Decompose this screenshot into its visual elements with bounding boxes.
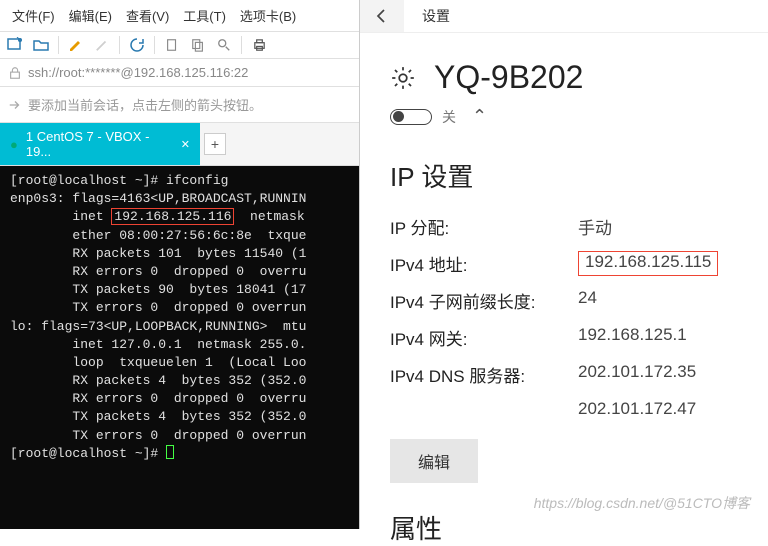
menu-view[interactable]: 查看(V): [122, 4, 173, 27]
separator: [58, 36, 59, 54]
windows-settings-panel: 设置 YQ-9B202 关 ⌃ IP 设置 IP 分配:手动IPv4 地址:19…: [360, 0, 768, 529]
menu-edit[interactable]: 编辑(E): [65, 4, 116, 27]
ip-settings-section: IP 设置 IP 分配:手动IPv4 地址:192.168.125.115IPv…: [360, 135, 768, 491]
network-name: YQ-9B202: [434, 59, 583, 96]
status-dot-icon: ●: [10, 137, 18, 152]
tab-add-button[interactable]: +: [204, 133, 226, 155]
tab-bar: ● 1 CentOS 7 - VBOX - 19... ✕ +: [0, 123, 359, 166]
ip-setting-key: IPv4 地址:: [390, 251, 578, 276]
menu-bar: 文件(F) 编辑(E) 查看(V) 工具(T) 选项卡(B): [0, 0, 359, 32]
hint-text: 要添加当前会话，点击左侧的箭头按钮。: [28, 95, 262, 114]
metered-toggle[interactable]: [390, 109, 432, 125]
page-title-row: YQ-9B202: [360, 33, 768, 106]
ip-setting-value: 24: [578, 288, 597, 313]
ip-setting-value: 192.168.125.1: [578, 325, 687, 350]
gear-icon: [390, 65, 416, 91]
watermark-text: https://blog.csdn.net/@51CTO博客: [534, 493, 750, 513]
menu-tabs[interactable]: 选项卡(B): [236, 4, 300, 27]
ip-setting-key: IP 分配:: [390, 214, 578, 239]
address-text: ssh://root:*******@192.168.125.116:22: [28, 65, 248, 80]
print-icon[interactable]: [250, 36, 268, 54]
menu-tools[interactable]: 工具(T): [179, 4, 230, 27]
ip-setting-row: IPv4 网关:192.168.125.1: [390, 319, 738, 356]
new-session-icon[interactable]: [6, 36, 24, 54]
tab-label: 1 CentOS 7 - VBOX - 19...: [26, 129, 177, 159]
ip-setting-value: 192.168.125.115: [578, 251, 718, 276]
terminal[interactable]: [root@localhost ~]# ifconfigenp0s3: flag…: [0, 166, 359, 529]
settings-breadcrumb: 设置: [422, 6, 450, 26]
session-hint: 要添加当前会话，点击左侧的箭头按钮。: [0, 87, 359, 123]
toggle-label: 关: [442, 107, 456, 127]
arrow-hint-icon: [8, 98, 22, 112]
arrow-left-icon: [374, 8, 390, 24]
ip-setting-row: 202.101.172.47: [390, 393, 738, 425]
ip-setting-key: IPv4 DNS 服务器:: [390, 362, 578, 387]
open-folder-icon[interactable]: [32, 36, 50, 54]
toggle-row: 关 ⌃: [360, 106, 768, 135]
search-icon[interactable]: [215, 36, 233, 54]
ssh-client-window: 文件(F) 编辑(E) 查看(V) 工具(T) 选项卡(B): [0, 0, 360, 529]
settings-header: 设置: [360, 0, 768, 33]
clipboard-icon[interactable]: [163, 36, 181, 54]
wand-icon[interactable]: [93, 36, 111, 54]
tab-session-1[interactable]: ● 1 CentOS 7 - VBOX - 19... ✕: [0, 123, 200, 165]
ip-setting-key: IPv4 网关:: [390, 325, 578, 350]
ip-setting-row: IPv4 地址:192.168.125.115: [390, 245, 738, 282]
ip-setting-value: 202.101.172.47: [578, 399, 696, 419]
refresh-icon[interactable]: [128, 36, 146, 54]
separator: [119, 36, 120, 54]
menu-file[interactable]: 文件(F): [8, 4, 59, 27]
lock-icon: [8, 66, 22, 80]
ip-setting-value: 202.101.172.35: [578, 362, 696, 387]
back-button[interactable]: [360, 0, 404, 32]
separator: [154, 36, 155, 54]
ip-setting-key: IPv4 子网前缀长度:: [390, 288, 578, 313]
chevron-up-icon[interactable]: ⌃: [472, 106, 487, 127]
ip-setting-key: [390, 399, 578, 419]
ip-setting-row: IP 分配:手动: [390, 208, 738, 245]
edit-button[interactable]: 编辑: [390, 439, 478, 483]
ip-setting-row: IPv4 子网前缀长度:24: [390, 282, 738, 319]
toolbar: [0, 32, 359, 59]
separator: [241, 36, 242, 54]
tab-close-icon[interactable]: ✕: [181, 138, 190, 151]
ip-setting-value: 手动: [578, 214, 612, 239]
address-bar[interactable]: ssh://root:*******@192.168.125.116:22: [0, 59, 359, 87]
edit-pencil-icon[interactable]: [67, 36, 85, 54]
ip-setting-row: IPv4 DNS 服务器:202.101.172.35: [390, 356, 738, 393]
copy-icon[interactable]: [189, 36, 207, 54]
ip-section-heading: IP 设置: [390, 157, 738, 194]
